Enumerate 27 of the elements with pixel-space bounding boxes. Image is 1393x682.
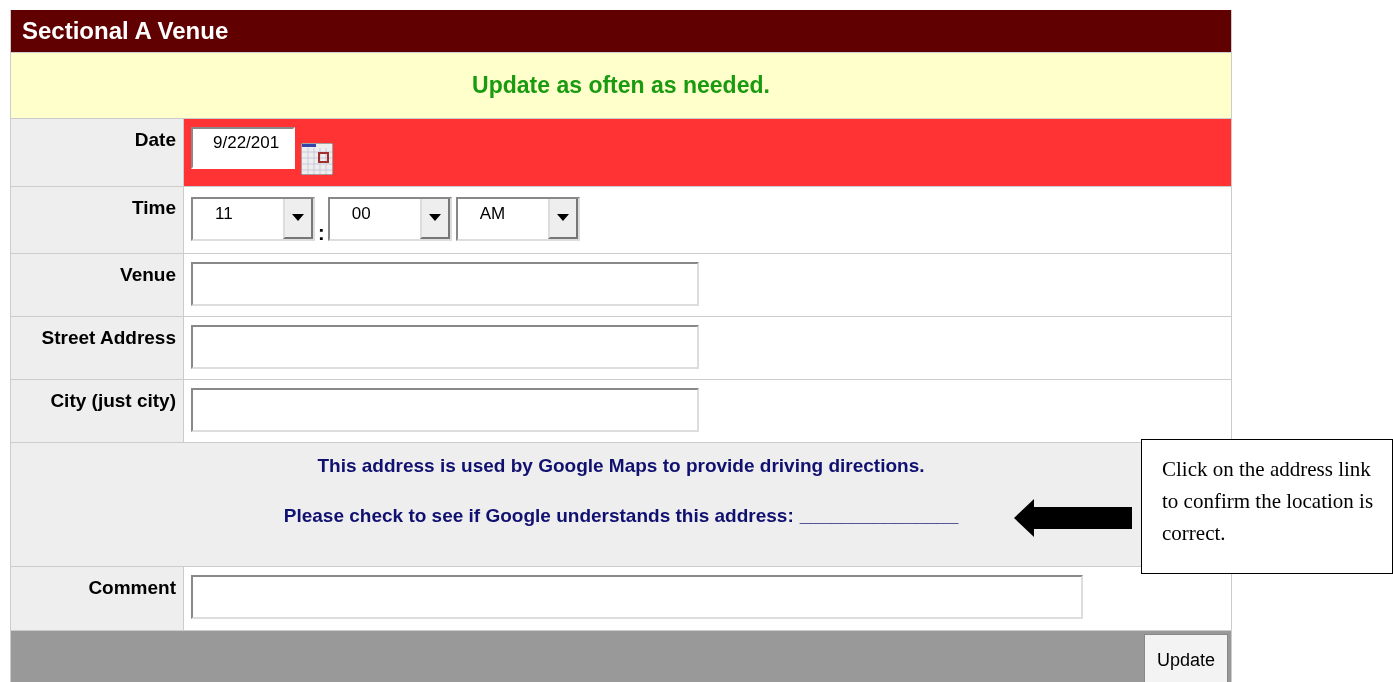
date-field[interactable]: 9/22/201 (191, 127, 295, 169)
field-label: Date (11, 119, 184, 186)
period-dropdown[interactable]: AM (455, 197, 580, 241)
minute-dropdown[interactable]: 00 (327, 197, 452, 241)
caret-icon (428, 214, 441, 222)
banner: Update as often as needed. (11, 52, 1231, 118)
note-text: This address is used by Google Maps to provide driving directions. (317, 455, 925, 477)
input-field[interactable] (191, 325, 699, 369)
caret-icon (556, 214, 569, 222)
form-title: Sectional A Venue (11, 10, 1231, 52)
input-field[interactable] (191, 388, 699, 432)
caret-icon (292, 214, 304, 222)
field-label: City (just city) (11, 380, 184, 442)
field-label: Time (11, 187, 184, 253)
update-button[interactable]: Update (1143, 634, 1228, 682)
time-separator: : (318, 222, 325, 245)
field-label: Venue (11, 254, 184, 316)
field-label: Comment (11, 567, 184, 630)
callout-note: Click on the address link to confirm the location is correct. (1141, 439, 1393, 574)
arrow-icon (1014, 499, 1134, 537)
comment-field[interactable] (191, 575, 1083, 619)
hour-dropdown[interactable]: 11 (191, 197, 315, 241)
address-link[interactable]: _______________ (799, 505, 959, 527)
field-label: Street Address (11, 317, 184, 379)
note-text: Please check to see if Google understands this address: (283, 505, 794, 527)
input-field[interactable] (191, 262, 699, 306)
calendar-icon[interactable] (301, 143, 333, 175)
